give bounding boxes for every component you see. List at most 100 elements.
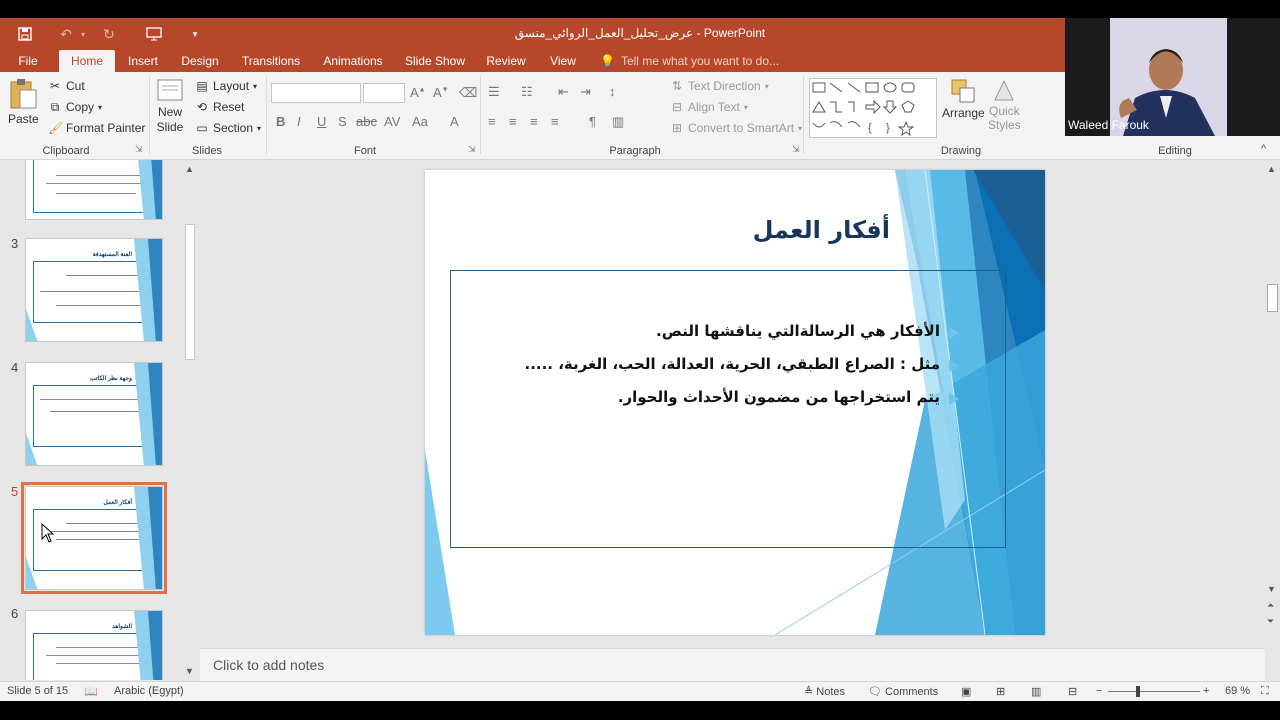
tell-me-box[interactable]: 💡 Tell me what you want to do... xyxy=(600,50,779,72)
slide-title[interactable]: أفكار العمل xyxy=(753,216,890,244)
notes-pane[interactable]: Click to add notes xyxy=(200,648,1265,681)
reading-view-icon[interactable]: ▥ xyxy=(1031,685,1041,698)
clear-formatting-icon[interactable]: ⌫ xyxy=(459,85,477,101)
bullet-text[interactable]: الأفكار هي الرسالةالتي يناقشها النص. xyxy=(656,322,940,340)
tab-insert[interactable]: Insert xyxy=(120,50,166,72)
tab-slide-show[interactable]: Slide Show xyxy=(402,50,468,72)
notes-placeholder[interactable]: Click to add notes xyxy=(213,657,324,673)
copy-icon: ⧉ xyxy=(50,100,60,114)
tab-animations[interactable]: Animations xyxy=(318,50,388,72)
slide-thumbnail[interactable]: الشواهد xyxy=(25,610,163,680)
underline-icon[interactable]: U xyxy=(317,114,326,129)
bullet-text[interactable]: يتم استخراجها من مضمون الأحداث والحوار. xyxy=(618,388,940,406)
line-spacing-icon[interactable]: ↕ xyxy=(609,84,616,99)
tab-transitions[interactable]: Transitions xyxy=(238,50,304,72)
layout-icon: ▤ xyxy=(196,79,208,93)
tell-me-text: Tell me what you want to do... xyxy=(620,54,780,68)
increase-indent-icon[interactable]: ⇥ xyxy=(580,84,591,100)
new-slide-button[interactable]: New Slide xyxy=(156,78,184,134)
zoom-slider-knob[interactable] xyxy=(1136,686,1140,697)
numbering-icon[interactable]: ☷ xyxy=(521,84,533,100)
reset-button[interactable]: ⟲ Reset xyxy=(195,100,244,114)
zoom-level[interactable]: 69 % xyxy=(1225,685,1250,697)
reset-label: Reset xyxy=(213,100,245,114)
convert-smartart-label: Convert to SmartArt xyxy=(688,121,795,135)
bold-icon[interactable]: B xyxy=(276,114,285,129)
comments-button[interactable]: 🗨 Comments xyxy=(868,685,938,698)
change-case-icon[interactable]: Aa xyxy=(412,114,428,129)
scroll-up-icon[interactable]: ▲ xyxy=(185,164,194,174)
notes-toggle-button[interactable]: ≜ Notes xyxy=(804,685,845,698)
font-name-field[interactable] xyxy=(271,83,361,103)
arrange-label: Arrange xyxy=(942,106,985,120)
scrollbar-thumb[interactable] xyxy=(1267,284,1278,312)
zoom-in-icon[interactable]: + xyxy=(1203,685,1209,697)
tab-review[interactable]: Review xyxy=(482,50,530,72)
scroll-up-icon[interactable]: ▲ xyxy=(1267,164,1276,174)
language-indicator[interactable]: Arabic (Egypt) xyxy=(114,685,184,697)
scrollbar-thumb[interactable] xyxy=(185,224,195,360)
slide-scrollbar[interactable]: ▲ ▼ ⏶ ⏷ xyxy=(1265,160,1280,680)
align-right-icon[interactable]: ≡ xyxy=(530,114,538,129)
slide-thumbnail-pane: 3 الفنة المستهدفة 4 وجهة نظر الكاتب 5 أف… xyxy=(0,160,200,680)
slideshow-view-icon[interactable]: ⊟ xyxy=(1068,685,1077,698)
arrange-button[interactable]: Arrange xyxy=(942,78,985,120)
clipboard-group-label: Clipboard xyxy=(42,145,90,157)
dialog-launcher-icon[interactable]: ⇲ xyxy=(135,144,143,155)
convert-smartart-button[interactable]: ⊞ Convert to SmartArt ▾ xyxy=(670,121,802,135)
tab-home[interactable]: Home xyxy=(59,50,115,72)
next-slide-icon[interactable]: ⏷ xyxy=(1267,616,1274,627)
character-spacing-icon[interactable]: AV xyxy=(384,114,400,129)
scroll-down-icon[interactable]: ▼ xyxy=(1267,584,1276,594)
section-button[interactable]: ▭ Section ▾ xyxy=(195,121,261,135)
previous-slide-icon[interactable]: ⏶ xyxy=(1267,600,1274,611)
shadow-icon[interactable]: S xyxy=(338,114,347,129)
smartart-icon: ⊞ xyxy=(671,121,683,135)
align-left-icon[interactable]: ≡ xyxy=(488,114,496,129)
quick-styles-button[interactable]: Quick Styles xyxy=(988,78,1021,132)
spell-check-icon[interactable]: 📖 xyxy=(84,685,98,698)
collapse-ribbon-icon[interactable]: ^ xyxy=(1261,143,1266,155)
text-direction-icon: ⇅ xyxy=(671,79,683,93)
tab-file[interactable]: File xyxy=(8,50,48,72)
decrease-indent-icon[interactable]: ⇤ xyxy=(558,84,569,100)
shapes-gallery[interactable]: {} xyxy=(809,78,937,138)
font-color-icon[interactable]: A xyxy=(450,114,459,129)
bullet-arrow-icon xyxy=(949,360,959,372)
fit-to-window-icon[interactable]: ⛶ xyxy=(1261,685,1269,698)
tab-design[interactable]: Design xyxy=(176,50,224,72)
align-center-icon[interactable]: ≡ xyxy=(509,114,517,129)
dialog-launcher-icon[interactable]: ⇲ xyxy=(468,144,476,155)
zoom-out-icon[interactable]: − xyxy=(1096,685,1102,697)
bullets-icon[interactable]: ☰ xyxy=(488,84,500,100)
slide-thumbnail[interactable] xyxy=(25,160,163,220)
text-direction-button[interactable]: ⇅ Text Direction ▾ xyxy=(670,79,769,93)
dialog-launcher-icon[interactable]: ⇲ xyxy=(792,144,800,155)
decrease-font-icon[interactable]: A▼ xyxy=(433,85,449,100)
increase-font-icon[interactable]: A▲ xyxy=(410,85,426,100)
rtl-icon[interactable]: ¶ xyxy=(589,114,596,129)
format-painter-button[interactable]: 🖌 Format Painter xyxy=(48,121,145,135)
presenter-name: Waleed Farouk xyxy=(1068,118,1149,132)
cut-button[interactable]: ✂ Cut xyxy=(48,79,85,93)
columns-icon[interactable]: ▥ xyxy=(612,114,624,130)
copy-button[interactable]: ⧉ Copy ▾ xyxy=(48,100,102,114)
layout-button[interactable]: ▤ Layout ▾ xyxy=(195,79,257,93)
slide-canvas[interactable]: أفكار العمل الأفكار هي الرسالةالتي يناقش… xyxy=(425,170,1045,635)
slide-thumbnail[interactable]: الفنة المستهدفة xyxy=(25,238,163,342)
slide-content-placeholder[interactable] xyxy=(450,270,1006,548)
slide-thumbnail[interactable]: وجهة نظر الكاتب xyxy=(25,362,163,466)
zoom-slider[interactable] xyxy=(1108,691,1200,692)
bullet-text[interactable]: مثل : الصراع الطبقي، الحرية، العدالة، ال… xyxy=(525,355,941,373)
paste-button[interactable]: Paste xyxy=(8,78,39,126)
justify-icon[interactable]: ≡ xyxy=(551,114,559,129)
normal-view-icon[interactable]: ▣ xyxy=(961,685,971,698)
font-size-field[interactable] xyxy=(363,83,405,103)
strikethrough-icon[interactable]: abc xyxy=(356,114,377,129)
tab-view[interactable]: View xyxy=(544,50,582,72)
align-text-button[interactable]: ⊟ Align Text ▾ xyxy=(670,100,748,114)
italic-icon[interactable]: I xyxy=(297,114,301,129)
thumbnail-scrollbar[interactable]: ▲ ▼ xyxy=(183,160,197,680)
slide-sorter-icon[interactable]: ⊞ xyxy=(996,685,1005,698)
scroll-down-icon[interactable]: ▼ xyxy=(185,666,194,676)
